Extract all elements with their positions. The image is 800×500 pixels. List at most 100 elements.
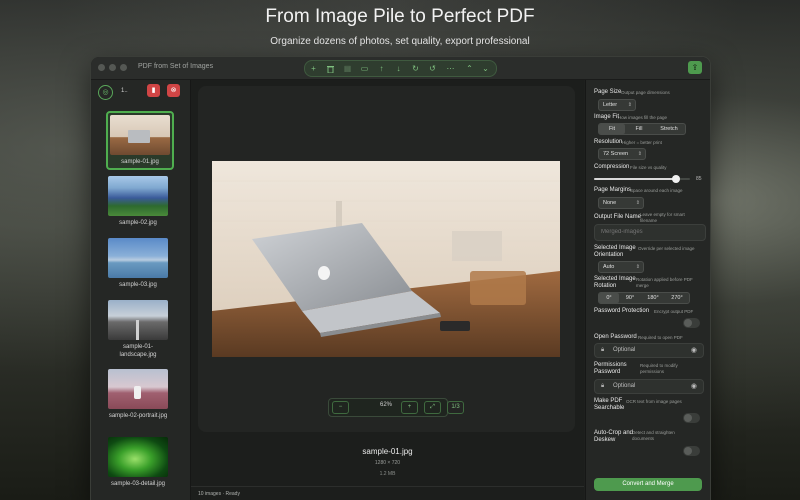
chevron-down-icon[interactable]: ⌄ xyxy=(480,63,491,74)
trash-icon[interactable] xyxy=(325,63,336,74)
thumbnail-image xyxy=(110,115,170,155)
preview-canvas xyxy=(198,86,575,432)
thumbnail-image xyxy=(108,300,168,340)
rotation-segmented[interactable]: 0° 90° 180° 270° xyxy=(598,292,690,304)
open-password-field[interactable]: 🔒︎ Optional ◉ xyxy=(594,343,704,358)
page-margins-hint: Space around each image xyxy=(630,188,683,193)
rotation-0[interactable]: 0° xyxy=(599,293,619,303)
rotate-left-icon[interactable]: ↺ xyxy=(427,63,438,74)
rotation-180[interactable]: 180° xyxy=(641,293,665,303)
resolution-value: 72 Screen xyxy=(603,151,629,157)
permissions-password-label: Permissions Password xyxy=(594,362,627,375)
image-fit-fit[interactable]: Fit xyxy=(599,124,625,134)
list-item[interactable]: sample-03-detail.jpg xyxy=(108,437,168,488)
page-indicator[interactable]: 1/3 xyxy=(447,401,464,414)
page-margins-select[interactable]: None ⇕ xyxy=(598,197,644,209)
permissions-password-field[interactable]: 🔒︎ Optional ◉ xyxy=(594,379,704,394)
chevron-updown-icon: ⇕ xyxy=(635,200,640,206)
permissions-password-hint: Required to modify permissions xyxy=(640,363,678,374)
minimize-window-button[interactable] xyxy=(109,64,116,71)
permissions-password-placeholder: Optional xyxy=(613,383,636,389)
add-icon[interactable]: + xyxy=(308,63,319,74)
status-text: 10 images · Ready xyxy=(198,491,240,497)
image-fit-hint: How images fill the page xyxy=(618,115,668,120)
rotation-label: Selected Image Rotation xyxy=(594,276,636,289)
fit-button[interactable]: ⤢ xyxy=(424,401,441,414)
resolution-hint: Higher = better print xyxy=(622,140,662,145)
orientation-select[interactable]: Auto ⇕ xyxy=(598,261,644,273)
hero-title: From Image Pile to Perfect PDF xyxy=(265,6,535,27)
trash-icon: ▮ xyxy=(151,87,156,94)
zoom-in-button[interactable]: + xyxy=(401,401,418,414)
preview-dimensions: 1280 × 720 xyxy=(374,460,401,466)
list-item[interactable]: sample-01-landscape.jpg xyxy=(108,300,168,359)
password-protection-label: Password Protection xyxy=(594,308,650,314)
image-fit-stretch[interactable]: Stretch xyxy=(653,124,685,134)
page-size-hint: Output page dimensions xyxy=(621,90,670,95)
sidebar: ◎ 1.. ▮ ⊗ sample-01.jpg sample-02.jpg sa… xyxy=(91,80,191,500)
compression-label: Compression xyxy=(594,164,630,170)
select-icon: ◎ xyxy=(102,89,109,96)
page-size-select[interactable]: Letter ⇕ xyxy=(598,99,636,111)
eye-icon[interactable]: ◉ xyxy=(691,380,697,393)
preview-area: − 62% + ⤢ 1/3 sample-01.jpg 1280 × 720 1… xyxy=(191,80,584,500)
clear-all-button[interactable]: ⊗ xyxy=(167,84,180,97)
delete-selected-button[interactable]: ▮ xyxy=(147,84,160,97)
rotation-90[interactable]: 90° xyxy=(619,293,641,303)
searchable-toggle[interactable] xyxy=(683,413,700,423)
output-name-label: Output File Name xyxy=(594,214,642,220)
thumbnail-image xyxy=(108,238,168,278)
chevron-updown-icon: ⇕ xyxy=(637,151,642,157)
image-fit-fill[interactable]: Fill xyxy=(625,124,653,134)
page-margins-value: None xyxy=(603,200,617,206)
chevron-updown-icon: ⇕ xyxy=(635,264,640,270)
settings-panel: Page Size Output page dimensions Letter … xyxy=(585,80,710,500)
toolbar: + ▦ ▭ ↑ ↓ ↻ ↺ ⋯ ⌃ ⌄ xyxy=(304,60,497,77)
list-item[interactable]: sample-02.jpg xyxy=(108,176,168,227)
autocrop-toggle[interactable] xyxy=(683,446,700,456)
rotation-270[interactable]: 270° xyxy=(665,293,689,303)
grid-icon[interactable]: ▦ xyxy=(342,63,353,74)
password-protection-hint: Encrypt output PDF xyxy=(654,309,694,314)
zoom-in-icon: + xyxy=(407,404,412,410)
zoom-controls: − 62% + ⤢ 1/3 xyxy=(328,398,464,417)
zoom-out-button[interactable]: − xyxy=(332,401,349,414)
compression-slider-knob[interactable] xyxy=(672,175,680,183)
lock-icon: 🔒︎ xyxy=(601,383,605,389)
rotate-right-icon[interactable]: ↻ xyxy=(410,63,421,74)
titlebar: PDF from Set of Images + ▦ ▭ ↑ ↓ ↻ ↺ ⋯ ⌃… xyxy=(91,57,710,80)
sidebar-icon[interactable]: ▭ xyxy=(359,63,370,74)
output-name-input[interactable] xyxy=(594,224,706,241)
lock-icon: 🔒︎ xyxy=(601,347,605,353)
preview-image xyxy=(212,161,560,357)
thumbnail-image xyxy=(108,369,168,409)
open-password-label: Open Password xyxy=(594,334,637,340)
chevron-up-icon[interactable]: ⌃ xyxy=(464,63,475,74)
image-fit-label: Image Fit xyxy=(594,114,620,120)
list-item[interactable]: sample-03.jpg xyxy=(108,238,168,289)
select-all-button[interactable]: ◎ xyxy=(98,85,113,100)
eye-icon[interactable]: ◉ xyxy=(691,344,697,357)
autocrop-label: Auto-Crop and Deskew xyxy=(594,430,634,443)
zoom-window-button[interactable] xyxy=(120,64,127,71)
close-window-button[interactable] xyxy=(98,64,105,71)
move-down-icon[interactable]: ↓ xyxy=(393,63,404,74)
compression-slider[interactable] xyxy=(594,175,690,183)
thumbnail-label: sample-03-detail.jpg xyxy=(110,481,166,487)
list-item[interactable]: sample-01.jpg xyxy=(106,111,174,170)
list-item[interactable]: sample-02-portrait.jpg xyxy=(108,369,168,420)
resolution-select[interactable]: 72 Screen ⇕ xyxy=(598,148,646,160)
move-up-icon[interactable]: ↑ xyxy=(376,63,387,74)
more-icon[interactable]: ⋯ xyxy=(445,63,456,74)
thumbnail-label: sample-01-landscape.jpg xyxy=(119,344,157,358)
searchable-label: Make PDF Searchable xyxy=(594,398,625,411)
rotation-hint: Rotation applied before PDF merge xyxy=(636,277,693,288)
convert-and-merge-button[interactable]: Convert and Merge xyxy=(594,478,702,491)
share-button[interactable]: ⇪ xyxy=(688,61,702,74)
image-fit-segmented[interactable]: Fit Fill Stretch xyxy=(598,123,686,135)
open-password-placeholder: Optional xyxy=(613,347,636,353)
clear-icon: ⊗ xyxy=(170,87,177,94)
page-size-value: Letter xyxy=(603,102,618,108)
password-protection-toggle[interactable] xyxy=(683,318,700,328)
open-password-hint: Required to open PDF xyxy=(638,335,683,340)
